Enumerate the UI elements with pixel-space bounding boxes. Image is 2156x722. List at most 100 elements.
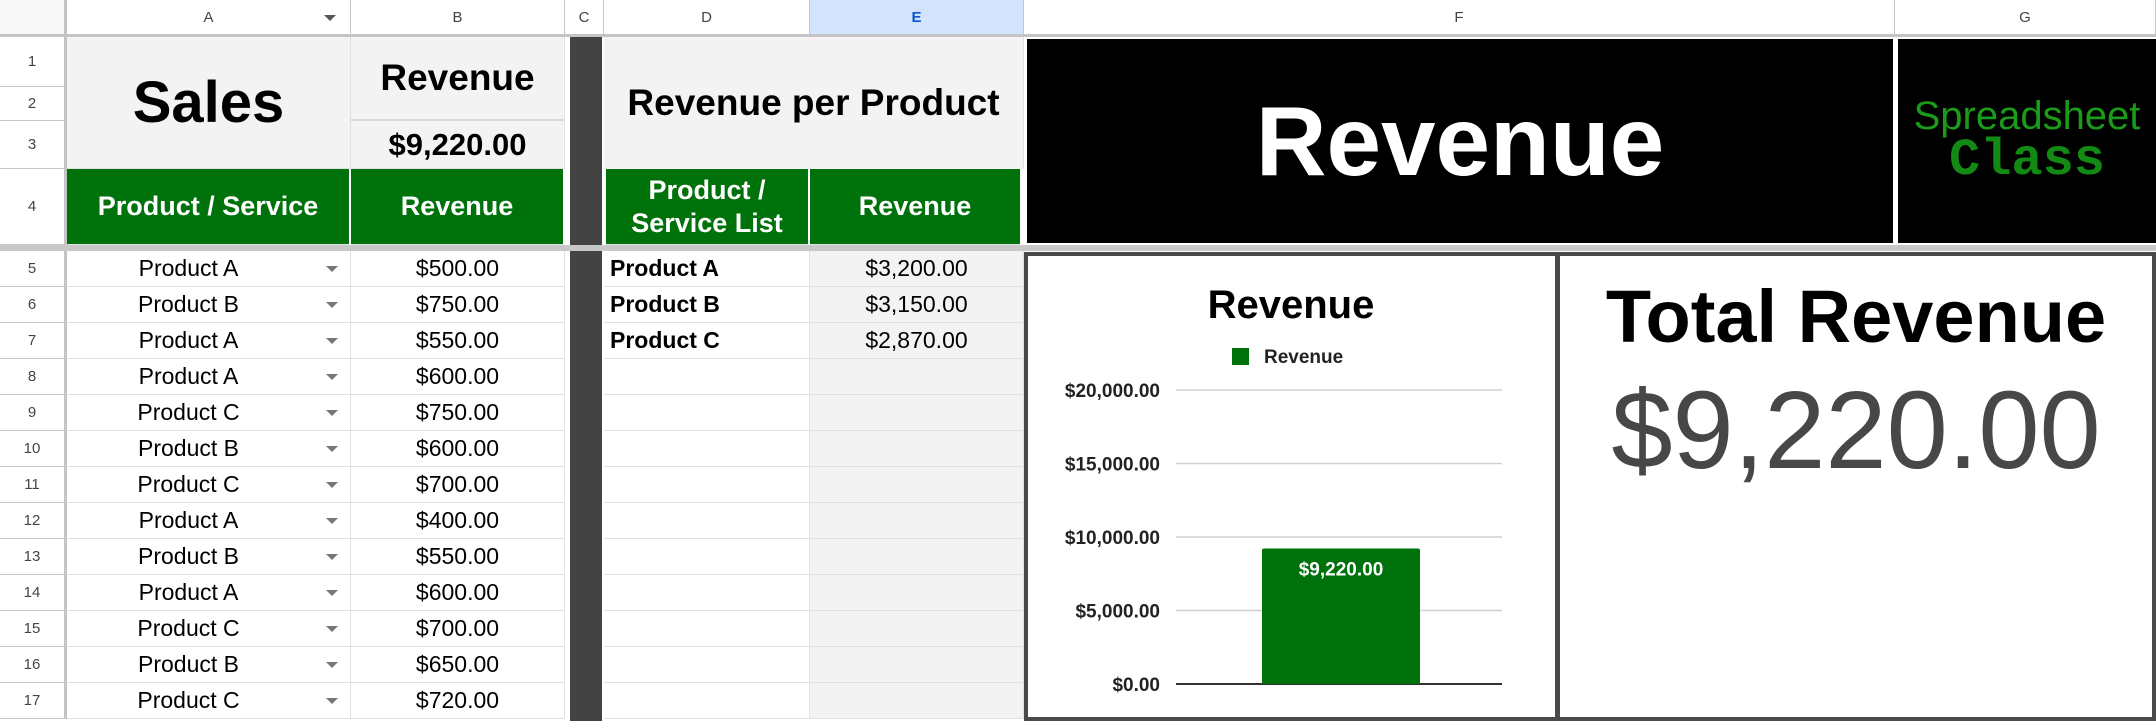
product-list-cell[interactable] xyxy=(604,395,810,431)
product-revenue-cell[interactable] xyxy=(810,611,1024,647)
revenue-cell[interactable]: $600.00 xyxy=(351,575,565,611)
product-revenue-cell[interactable] xyxy=(810,539,1024,575)
product-dropdown-cell[interactable]: Product A xyxy=(67,503,351,539)
product-list-cell[interactable] xyxy=(604,683,810,719)
product-revenue-cell[interactable] xyxy=(810,431,1024,467)
row-header[interactable]: 15 xyxy=(0,611,67,647)
dropdown-arrow-icon[interactable] xyxy=(326,661,338,668)
dropdown-arrow-icon[interactable] xyxy=(326,553,338,560)
product-revenue-cell[interactable] xyxy=(810,359,1024,395)
row-header[interactable]: 9 xyxy=(0,395,67,431)
product-dropdown-cell[interactable]: Product B xyxy=(67,287,351,323)
revenue-cell[interactable]: $750.00 xyxy=(351,395,565,431)
select-all-corner[interactable] xyxy=(0,0,67,37)
revenue-cell[interactable]: $600.00 xyxy=(351,359,565,395)
product-revenue-cell[interactable] xyxy=(810,683,1024,719)
row-header[interactable]: 14 xyxy=(0,575,67,611)
dropdown-arrow-icon[interactable] xyxy=(326,301,338,308)
product-revenue-cell[interactable]: $2,870.00 xyxy=(810,323,1024,359)
product-list-cell[interactable] xyxy=(604,467,810,503)
product-revenue-cell[interactable] xyxy=(810,647,1024,683)
dropdown-arrow-icon[interactable] xyxy=(326,481,338,488)
row-header[interactable]: 13 xyxy=(0,539,67,575)
row-header[interactable]: 16 xyxy=(0,647,67,683)
product-revenue-cell[interactable]: $3,200.00 xyxy=(810,251,1024,287)
product-dropdown-cell[interactable]: Product A xyxy=(67,359,351,395)
row-header[interactable]: 4 xyxy=(0,169,67,245)
column-header-e[interactable]: E xyxy=(810,0,1024,37)
per-product-title-cell[interactable]: Revenue per Product xyxy=(604,37,1024,169)
row-header[interactable]: 7 xyxy=(0,323,67,359)
header-product-service-list[interactable]: Product / Service List xyxy=(606,169,810,245)
row-header[interactable]: 17 xyxy=(0,683,67,719)
dropdown-arrow-icon[interactable] xyxy=(326,337,338,344)
dropdown-arrow-icon[interactable] xyxy=(326,409,338,416)
product-list-cell[interactable] xyxy=(604,611,810,647)
dropdown-arrow-icon[interactable] xyxy=(326,265,338,272)
product-list-cell[interactable] xyxy=(604,575,810,611)
product-dropdown-cell[interactable]: Product C xyxy=(67,611,351,647)
column-menu-icon[interactable] xyxy=(324,15,336,21)
product-dropdown-cell[interactable]: Product A xyxy=(67,251,351,287)
column-header-d[interactable]: D xyxy=(604,0,810,37)
revenue-cell[interactable]: $500.00 xyxy=(351,251,565,287)
product-list-cell[interactable] xyxy=(604,503,810,539)
row-header[interactable]: 12 xyxy=(0,503,67,539)
product-list-cell[interactable] xyxy=(604,431,810,467)
product-list-cell[interactable] xyxy=(604,539,810,575)
product-revenue-cell[interactable]: $3,150.00 xyxy=(810,287,1024,323)
header-per-product-revenue[interactable]: Revenue xyxy=(810,169,1022,245)
column-header-b[interactable]: B xyxy=(351,0,565,37)
dropdown-arrow-icon[interactable] xyxy=(326,589,338,596)
product-list-cell[interactable]: Product A xyxy=(604,251,810,287)
dropdown-arrow-icon[interactable] xyxy=(326,445,338,452)
product-list-cell[interactable] xyxy=(604,359,810,395)
row-header[interactable]: 3 xyxy=(0,121,67,169)
dropdown-arrow-icon[interactable] xyxy=(326,625,338,632)
product-dropdown-cell[interactable]: Product C xyxy=(67,467,351,503)
revenue-cell[interactable]: $600.00 xyxy=(351,431,565,467)
column-header-g[interactable]: G xyxy=(1895,0,2156,37)
revenue-cell[interactable]: $700.00 xyxy=(351,611,565,647)
product-revenue-cell[interactable] xyxy=(810,395,1024,431)
sales-title-cell[interactable]: Sales xyxy=(67,37,351,169)
dropdown-arrow-icon[interactable] xyxy=(326,373,338,380)
product-dropdown-cell[interactable]: Product A xyxy=(67,575,351,611)
revenue-cell[interactable]: $750.00 xyxy=(351,287,565,323)
product-list-cell[interactable]: Product B xyxy=(604,287,810,323)
product-list-cell[interactable] xyxy=(604,647,810,683)
total-revenue-scorecard[interactable]: Total Revenue $9,220.00 xyxy=(1556,252,2156,721)
revenue-cell[interactable]: $650.00 xyxy=(351,647,565,683)
column-header-a[interactable]: A xyxy=(67,0,351,37)
column-header-c[interactable]: C xyxy=(565,0,604,37)
revenue-total-cell[interactable]: $9,220.00 xyxy=(351,121,565,169)
product-dropdown-cell[interactable]: Product A xyxy=(67,323,351,359)
revenue-banner[interactable]: Revenue xyxy=(1027,39,1893,243)
header-revenue[interactable]: Revenue xyxy=(351,169,565,245)
row-header[interactable]: 6 xyxy=(0,287,67,323)
product-dropdown-cell[interactable]: Product C xyxy=(67,395,351,431)
row-header[interactable]: 2 xyxy=(0,87,67,121)
row-header[interactable]: 8 xyxy=(0,359,67,395)
row-header[interactable]: 10 xyxy=(0,431,67,467)
dropdown-arrow-icon[interactable] xyxy=(326,697,338,704)
revenue-cell[interactable]: $700.00 xyxy=(351,467,565,503)
product-list-cell[interactable]: Product C xyxy=(604,323,810,359)
revenue-cell[interactable]: $400.00 xyxy=(351,503,565,539)
product-dropdown-cell[interactable]: Product B xyxy=(67,431,351,467)
row-header[interactable]: 11 xyxy=(0,467,67,503)
product-revenue-cell[interactable] xyxy=(810,467,1024,503)
product-dropdown-cell[interactable]: Product B xyxy=(67,539,351,575)
revenue-cell[interactable]: $720.00 xyxy=(351,683,565,719)
product-dropdown-cell[interactable]: Product B xyxy=(67,647,351,683)
product-dropdown-cell[interactable]: Product C xyxy=(67,683,351,719)
dropdown-arrow-icon[interactable] xyxy=(326,517,338,524)
revenue-chart[interactable]: Revenue Revenue $0.00 $5,000.00 $10,000.00 $1… xyxy=(1024,252,1559,721)
product-revenue-cell[interactable] xyxy=(810,575,1024,611)
product-revenue-cell[interactable] xyxy=(810,503,1024,539)
column-header-f[interactable]: F xyxy=(1024,0,1895,37)
revenue-cell[interactable]: $550.00 xyxy=(351,539,565,575)
revenue-cell[interactable]: $550.00 xyxy=(351,323,565,359)
header-product-service[interactable]: Product / Service xyxy=(67,169,351,245)
row-header[interactable]: 5 xyxy=(0,251,67,287)
